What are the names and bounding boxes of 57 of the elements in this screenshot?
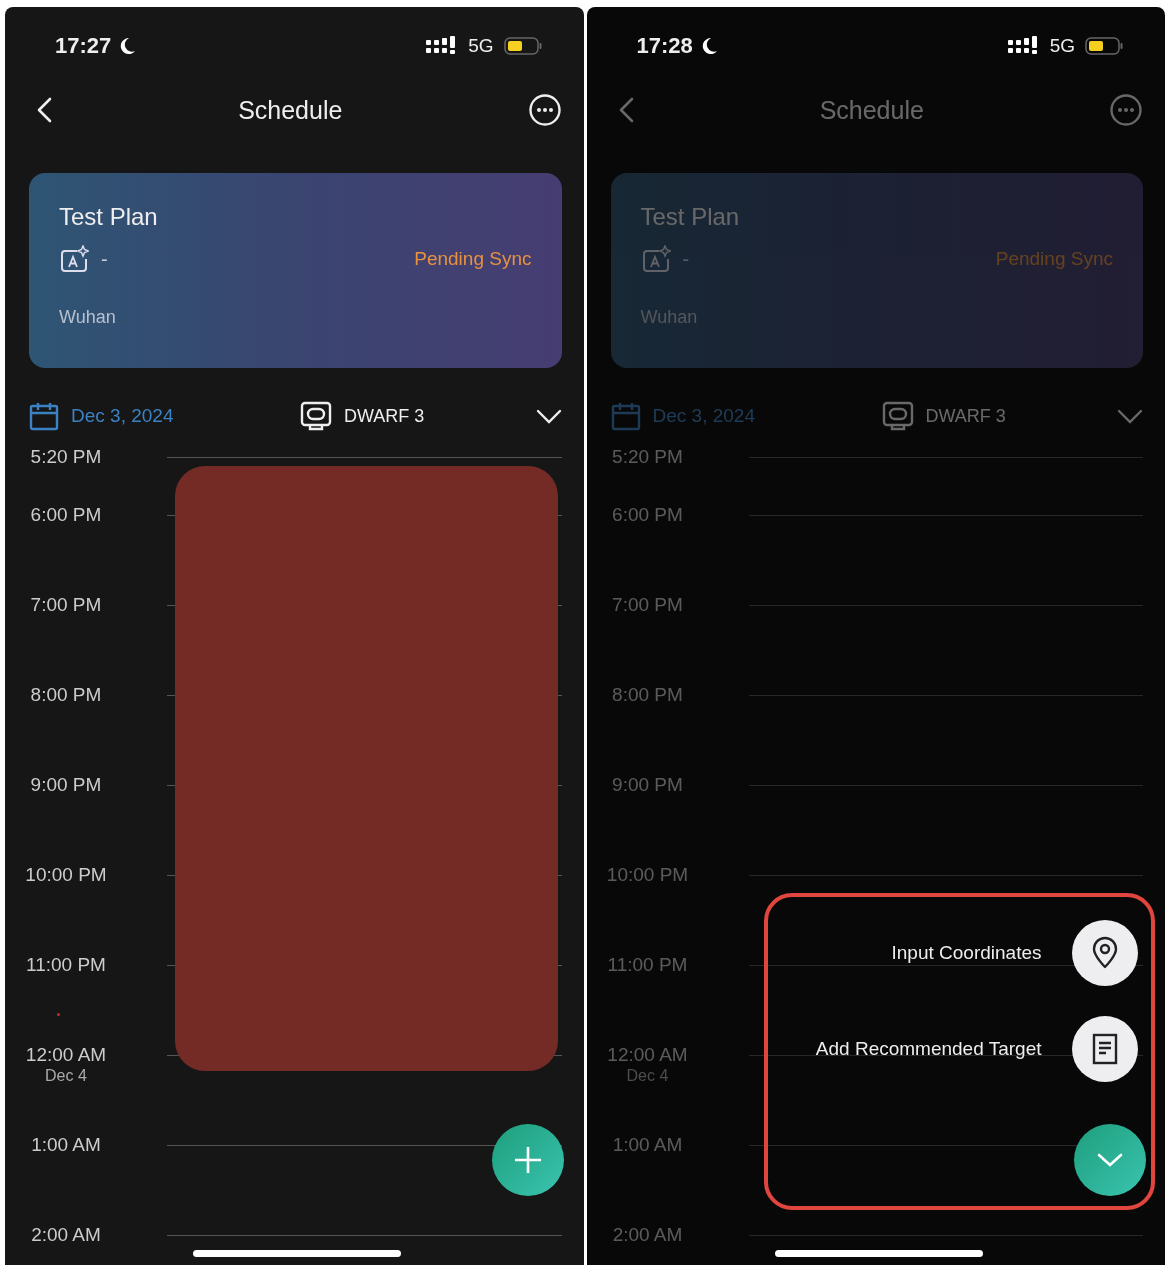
time-label: 5:20 PM — [612, 445, 683, 469]
plan-target: - — [101, 247, 108, 271]
device-name[interactable]: DWARF 3 — [925, 405, 1006, 427]
time-label: 2:00 AM — [612, 1223, 683, 1247]
menu-item-label[interactable]: Input Coordinates — [891, 942, 1042, 964]
chevron-down-icon — [1095, 1151, 1124, 1169]
back-icon[interactable] — [35, 96, 53, 124]
signal-icon — [1007, 36, 1040, 56]
time-label: 5:20 PM — [30, 445, 102, 469]
status-time: 17:28 — [636, 33, 693, 59]
document-icon — [1090, 1033, 1119, 1065]
calendar-icon[interactable] — [29, 401, 59, 431]
plan-name: Test Plan — [59, 203, 158, 231]
device-icon — [300, 401, 332, 431]
plan-name: Test Plan — [640, 203, 740, 231]
battery-icon — [503, 36, 544, 56]
page-title: Schedule — [238, 95, 343, 125]
time-label: 9:00 PM — [30, 773, 102, 797]
device-icon — [881, 401, 914, 431]
status-time: 17:27 — [55, 33, 112, 59]
plan-location: Wuhan — [59, 307, 116, 328]
sync-status: Pending Sync — [995, 248, 1113, 270]
time-label: 1:00 AM — [31, 1133, 101, 1157]
time-label: 6:00 PM — [612, 503, 683, 527]
plan-card[interactable]: Test Plan - Pending Sync Wuhan — [29, 173, 562, 368]
sync-status: Pending Sync — [414, 248, 532, 270]
plan-target: - — [682, 247, 690, 271]
date-label: Dec 4 — [45, 1067, 87, 1085]
image-sparkle-icon — [59, 245, 89, 273]
time-label: 11:00 PM — [26, 953, 106, 977]
device-name[interactable]: DWARF 3 — [344, 405, 425, 427]
time-label: 6:00 PM — [30, 503, 102, 527]
time-label: 12:00 AM — [607, 1043, 688, 1067]
plus-icon — [513, 1145, 543, 1175]
network-label: 5G — [1049, 35, 1075, 57]
time-label: 12:00 AM — [25, 1043, 107, 1067]
current-time-dot — [57, 1013, 60, 1016]
date-label: Dec 4 — [626, 1067, 669, 1085]
time-label: 11:00 PM — [607, 953, 688, 977]
menu-item-label[interactable]: Add Recommended Target — [815, 1038, 1042, 1060]
network-label: 5G — [468, 35, 494, 57]
time-label: 8:00 PM — [30, 683, 102, 707]
chevron-down-icon[interactable] — [535, 408, 562, 424]
plan-location: Wuhan — [640, 307, 698, 328]
time-label: 9:00 PM — [612, 773, 683, 797]
date-selector[interactable]: Dec 3, 2024 — [71, 405, 174, 427]
page-title: Schedule — [819, 95, 924, 125]
time-label: 8:00 PM — [612, 683, 683, 707]
time-label: 7:00 PM — [612, 593, 683, 617]
time-label: 2:00 AM — [31, 1223, 101, 1247]
time-label: 10:00 PM — [25, 863, 107, 887]
more-icon[interactable] — [527, 93, 562, 127]
time-label: 10:00 PM — [606, 863, 689, 887]
time-label: 7:00 PM — [30, 593, 102, 617]
time-label: 1:00 AM — [612, 1133, 683, 1157]
image-sparkle-icon — [640, 245, 671, 273]
battery-icon — [1085, 36, 1125, 56]
